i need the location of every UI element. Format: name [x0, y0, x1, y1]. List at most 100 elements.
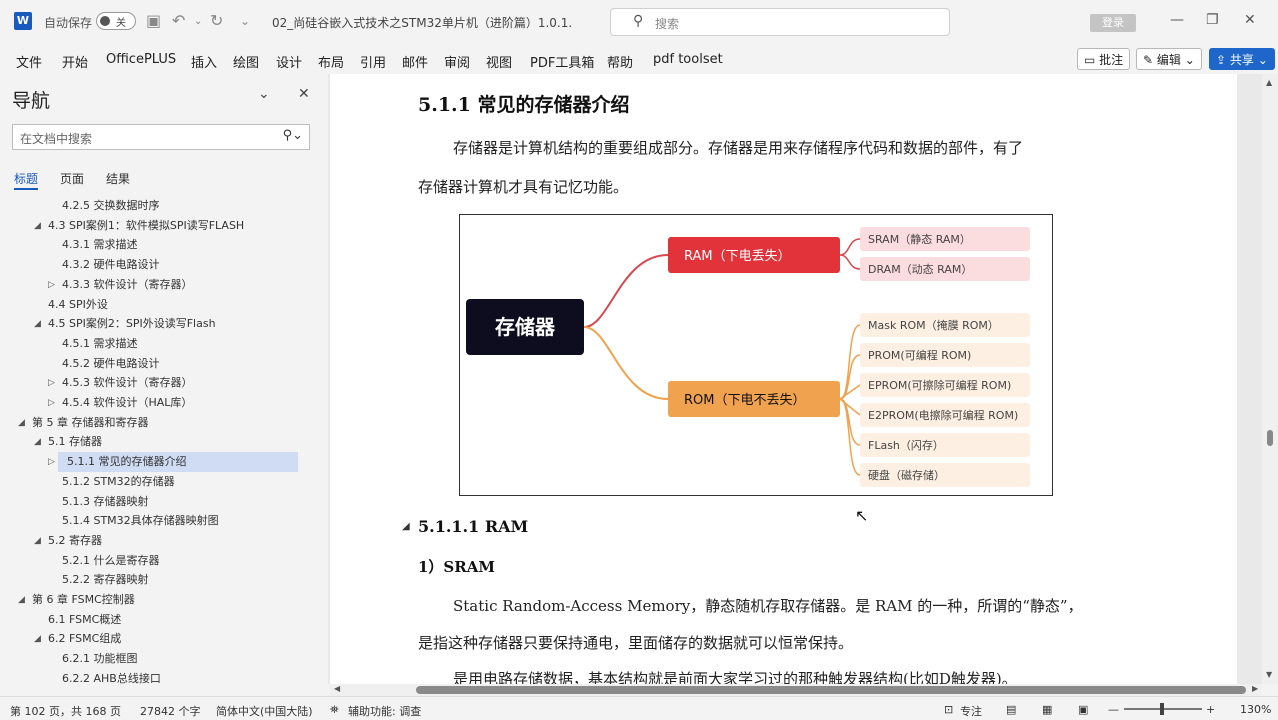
collapsed-arrow-icon[interactable]: ▷	[48, 393, 55, 413]
save-icon[interactable]: ▣	[146, 11, 161, 30]
collapsed-arrow-icon[interactable]: ▷	[48, 373, 55, 393]
nav-tree-item[interactable]: ◢ 6.2 FSMC组成	[0, 629, 320, 649]
collapse-heading-icon[interactable]: ◢	[402, 521, 410, 532]
expanded-arrow-icon[interactable]: ◢	[34, 531, 41, 551]
nav-tree-item[interactable]: 6.1 FSMC概述	[0, 610, 320, 630]
menu-view[interactable]: 视图	[486, 52, 512, 71]
nav-tree-item[interactable]: 5.2.2 寄存器映射	[0, 570, 320, 590]
nav-tree-item[interactable]: ◢ 第 5 章 存储器和寄存器	[0, 413, 320, 433]
vertical-scroll-thumb[interactable]	[1267, 430, 1273, 446]
nav-tree-item[interactable]: ▷ 5.1.1 常见的存储器介绍	[48, 452, 298, 473]
search-icon[interactable]: ⚲⌄	[283, 128, 303, 143]
nav-tree-item[interactable]: 4.2.5 交换数据时序	[0, 196, 320, 216]
nav-tree-item[interactable]: ▷ 4.5.3 软件设计（寄存器）	[0, 373, 320, 393]
zoom-level[interactable]: 130%	[1240, 703, 1271, 716]
collapsed-arrow-icon[interactable]: ▷	[48, 452, 55, 472]
nav-tree-item[interactable]: 5.1.4 STM32具体存储器映射图	[0, 511, 320, 531]
scroll-up-icon[interactable]: ▲	[1266, 78, 1272, 87]
menu-pdf-toolbox[interactable]: PDF工具箱	[530, 52, 594, 71]
collapsed-arrow-icon[interactable]: ▷	[48, 275, 55, 295]
nav-search-input[interactable]: 在文档中搜索 ⚲⌄	[12, 124, 310, 150]
word-count[interactable]: 27842 个字	[140, 703, 201, 719]
expanded-arrow-icon[interactable]: ◢	[34, 432, 41, 452]
menu-home[interactable]: 开始	[62, 52, 88, 71]
menu-references[interactable]: 引用	[360, 52, 386, 71]
expanded-arrow-icon[interactable]: ◢	[34, 314, 41, 334]
connector-rom-branch	[839, 324, 861, 476]
close-window-icon[interactable]: ✕	[1244, 12, 1256, 28]
menu-insert[interactable]: 插入	[191, 52, 217, 71]
menu-design[interactable]: 设计	[276, 52, 302, 71]
menu-pdf-toolset[interactable]: pdf toolset	[653, 52, 723, 67]
tab-pages[interactable]: 页面	[60, 170, 84, 187]
close-nav-icon[interactable]: ✕	[298, 86, 310, 102]
zoom-slider-thumb[interactable]	[1160, 703, 1164, 715]
undo-icon[interactable]: ↶	[172, 11, 185, 30]
expanded-arrow-icon[interactable]: ◢	[18, 590, 25, 610]
vertical-scrollbar[interactable]	[1262, 74, 1278, 684]
scroll-down-icon[interactable]: ▼	[1266, 670, 1272, 679]
customize-quick-access-icon[interactable]: ⌄	[240, 14, 250, 28]
scroll-left-icon[interactable]: ◀	[334, 684, 340, 693]
nav-tree-item[interactable]: 4.5.1 需求描述	[0, 334, 320, 354]
focus-mode-button[interactable]: 专注	[960, 703, 982, 719]
nav-tree-item[interactable]: 6.2.1 功能框图	[0, 649, 320, 669]
nav-tree-item-label: 4.3.2 硬件电路设计	[62, 258, 160, 272]
leaf-node-label: SRAM（静态 RAM）	[868, 232, 971, 246]
nav-options-icon[interactable]: ⌄	[258, 86, 270, 102]
nav-tree-item[interactable]: 5.2.1 什么是寄存器	[0, 551, 320, 571]
accessibility-status[interactable]: 辅助功能: 调查	[348, 703, 421, 719]
share-button[interactable]: ⇪ 共享 ⌄	[1209, 48, 1275, 70]
print-layout-icon[interactable]: ▦	[1042, 703, 1052, 716]
autosave-toggle[interactable]: 关	[96, 12, 136, 30]
nav-tree-item[interactable]: ▷ 4.3.3 软件设计（寄存器）	[0, 275, 320, 295]
title-search-box[interactable]: ⚲ 搜索	[610, 8, 950, 36]
nav-tree-item[interactable]: ◢ 4.3 SPI案例1：软件模拟SPI读写FLASH	[0, 216, 320, 236]
nav-tree-item[interactable]: ◢ 第 6 章 FSMC控制器	[0, 590, 320, 610]
accessibility-icon: ⛯	[330, 703, 339, 716]
nav-tree-item[interactable]: ◢ 5.1 存储器	[0, 432, 320, 452]
menu-draw[interactable]: 绘图	[233, 52, 259, 71]
paragraph-line: 存储器计算机才具有记忆功能。	[418, 178, 629, 196]
redo-icon[interactable]: ↻	[210, 11, 223, 30]
zoom-out-icon[interactable]: —	[1108, 703, 1119, 716]
menu-mailings[interactable]: 邮件	[402, 52, 428, 71]
nav-tree-item[interactable]: 4.5.2 硬件电路设计	[0, 354, 320, 374]
menu-layout[interactable]: 布局	[318, 52, 344, 71]
expanded-arrow-icon[interactable]: ◢	[34, 629, 41, 649]
nav-tree-item[interactable]: 5.1.3 存储器映射	[0, 492, 320, 512]
heading-sram: 1）SRAM	[418, 558, 495, 576]
nav-tree-item[interactable]: ◢ 5.2 寄存器	[0, 531, 320, 551]
login-button[interactable]: 登录	[1090, 14, 1136, 32]
page-count[interactable]: 第 102 页，共 168 页	[10, 703, 121, 719]
scroll-right-icon[interactable]: ▶	[1252, 684, 1258, 693]
tab-headings[interactable]: 标题	[14, 170, 38, 187]
menu-officeplus[interactable]: OfficePLUS	[106, 52, 176, 67]
nav-tree-item[interactable]: 5.1.2 STM32的存储器	[0, 472, 320, 492]
nav-tree-item-label: 第 6 章 FSMC控制器	[32, 593, 135, 606]
undo-dropdown-icon[interactable]: ⌄	[194, 16, 202, 27]
restore-icon[interactable]: ❐	[1206, 12, 1219, 28]
nav-tree-item[interactable]: ◢ 4.5 SPI案例2：SPI外设读写Flash	[0, 314, 320, 334]
nav-tree-item[interactable]: ▷ 4.5.4 软件设计（HAL库）	[0, 393, 320, 413]
nav-tree-item[interactable]: 6.2.2 AHB总线接口	[0, 669, 320, 689]
edit-mode-button[interactable]: ✎ 编辑 ⌄	[1136, 48, 1202, 70]
root-node-label: 存储器	[495, 315, 556, 339]
expanded-arrow-icon[interactable]: ◢	[18, 413, 25, 433]
menu-file[interactable]: 文件	[16, 52, 42, 71]
menu-review[interactable]: 审阅	[444, 52, 470, 71]
nav-tree-item[interactable]: 4.3.2 硬件电路设计	[0, 255, 320, 275]
read-mode-icon[interactable]: ▤	[1006, 703, 1016, 716]
zoom-in-icon[interactable]: +	[1206, 703, 1215, 716]
tab-results[interactable]: 结果	[106, 170, 130, 187]
horizontal-scroll-thumb[interactable]	[416, 686, 1246, 694]
nav-tree-item[interactable]: 4.3.1 需求描述	[0, 235, 320, 255]
expanded-arrow-icon[interactable]: ◢	[34, 216, 41, 236]
comment-button[interactable]: ▭ 批注	[1077, 48, 1131, 70]
language-status[interactable]: 简体中文(中国大陆)	[216, 703, 313, 719]
web-layout-icon[interactable]: ▣	[1078, 703, 1088, 716]
nav-tree-item[interactable]: 4.4 SPI外设	[0, 295, 320, 315]
minimize-icon[interactable]: —	[1170, 12, 1184, 28]
connector-ram-branch	[839, 238, 861, 270]
menu-help[interactable]: 帮助	[607, 52, 633, 71]
